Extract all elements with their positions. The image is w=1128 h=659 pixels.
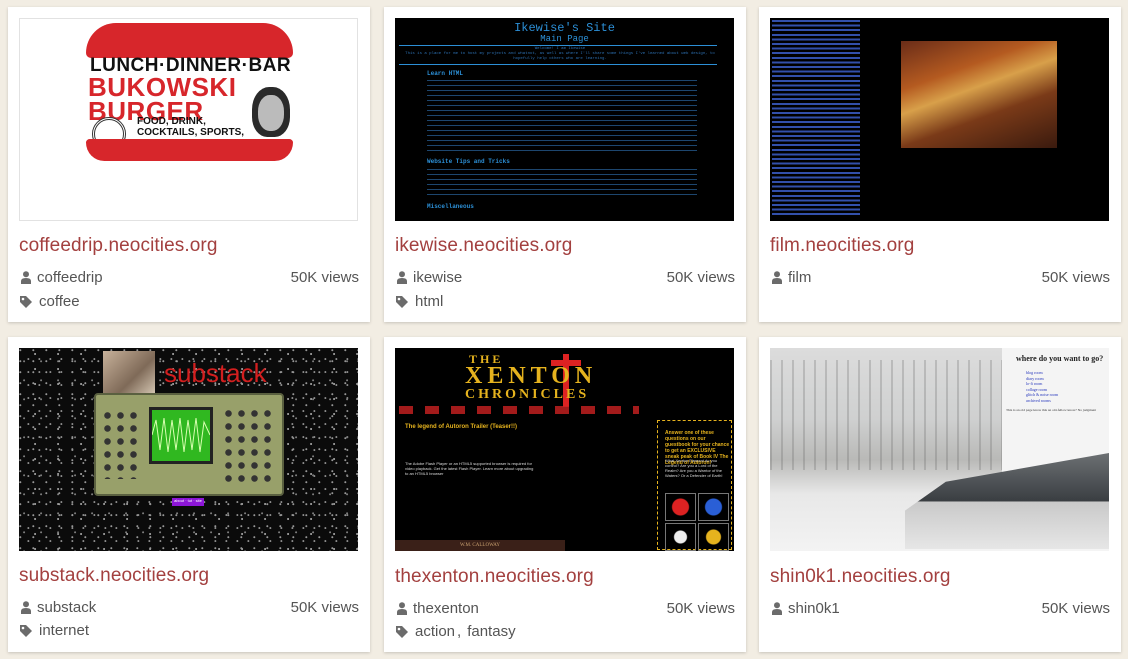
film-list [772,20,860,218]
view-count: 50K views [1041,600,1110,617]
film-still-image [901,41,1057,148]
meta-row: ikewise 50K views [397,269,735,286]
thumb-text-block [427,80,697,152]
tag-link[interactable]: html [415,293,443,310]
site-card: where do you want to go? blog room diary… [759,337,1121,652]
meta-row: shin0k1 50K views [772,600,1110,617]
user-icon [397,602,407,615]
username: shin0k1 [788,600,840,617]
user-icon [21,271,31,284]
divider [399,64,717,65]
user-icon [772,271,782,284]
thumb-heading: Website Tips and Tricks [427,158,510,165]
thumb-link-list: blog room diary room lo-fi room collage … [1026,370,1058,404]
site-link[interactable]: shin0k1.neocities.org [770,566,951,588]
trees [770,360,1002,470]
tag-icon [20,624,32,637]
thumb-intro: This is a place for me to host my projec… [405,52,715,61]
meta-row: thexenton 50K views [397,600,735,617]
thumb-flash-notice: The Adobe Flash Player or an HTML5 suppo… [405,461,534,476]
view-count: 50K views [1041,269,1110,286]
tags-row: action , fantasy [395,623,516,640]
username: coffeedrip [37,269,103,286]
thumb-subtitle: The legend of Autoron Trailer (Teaser!!) [405,424,518,430]
tags-row: internet [19,622,89,639]
username: film [788,269,812,286]
thumb-label: about · tut · site [172,498,204,506]
username-link[interactable]: coffeedrip [21,269,103,286]
thumb-title-line2: XENTON [465,363,598,389]
logo-burger-bun-top [86,23,293,58]
username-link[interactable]: thexenton [397,600,479,617]
tags-row: coffee [19,293,80,310]
tag-link[interactable]: action [415,623,455,640]
tag-icon [20,295,32,308]
thumb-title: substack [164,358,267,388]
site-link[interactable]: film.neocities.org [770,235,914,257]
site-thumbnail[interactable]: THE XENTON CHRONICLES The legend of Auto… [395,348,734,551]
knobs [101,409,143,479]
thumb-link: archived rooms [1026,397,1051,403]
divider [399,45,717,46]
thumb-heading: where do you want to go? [1016,354,1104,363]
oscilloscope-screen [149,407,213,464]
thumb-heading: Miscellaneous [427,203,474,210]
portrait-image [103,351,155,395]
username: ikewise [413,269,463,286]
thumb-box-small: What Xenton Element do you control? Are … [665,458,723,478]
site-thumbnail[interactable]: LUNCH·DINNER·BAR BUKOWSKI BURGER FOOD, D… [19,18,358,221]
site-card: film.neocities.org film 50K views [759,7,1121,322]
view-count: 50K views [666,600,735,617]
tag-icon [396,625,408,638]
site-thumbnail[interactable]: where do you want to go? blog room diary… [770,348,1109,551]
tag-link[interactable]: fantasy [467,623,515,640]
meta-row: coffeedrip 50K views [21,269,359,286]
username-link[interactable]: film [772,269,811,286]
view-count: 50K views [290,599,359,616]
meta-row: film 50K views [772,269,1110,286]
site-thumbnail[interactable]: Ikewise's Site Main Page Welcome! I am I… [395,18,734,221]
element-icon-grid [665,493,729,551]
tags-row: html [395,293,443,310]
site-link[interactable]: substack.neocities.org [19,565,209,587]
username-link[interactable]: shin0k1 [772,600,840,617]
site-thumbnail[interactable] [770,18,1109,221]
site-card: THE XENTON CHRONICLES The legend of Auto… [384,337,746,652]
user-icon [21,601,31,614]
tag-link[interactable]: coffee [39,293,80,310]
user-icon [772,602,782,615]
thumb-title: Ikewise's Site [514,21,615,35]
site-thumbnail[interactable]: substack about · tut · site [19,348,358,551]
username: substack [37,599,97,616]
site-card: Ikewise's Site Main Page Welcome! I am I… [384,7,746,322]
site-link[interactable]: thexenton.neocities.org [395,566,594,588]
username-link[interactable]: ikewise [397,269,462,286]
site-link[interactable]: ikewise.neocities.org [395,235,572,257]
view-count: 50K views [666,269,735,286]
site-card: LUNCH·DINNER·BAR BUKOWSKI BURGER FOOD, D… [8,7,370,322]
tag-icon [396,295,408,308]
site-gallery: LUNCH·DINNER·BAR BUKOWSKI BURGER FOOD, D… [0,0,1128,659]
user-icon [397,271,407,284]
thumb-heading: Learn HTML [427,70,464,77]
username-link[interactable]: substack [21,599,96,616]
knobs [222,407,277,483]
thumb-text-block [427,169,697,199]
thumb-note: This is an old page know this an old-fel… [1006,408,1097,412]
tag-separator: , [457,623,462,640]
oscilloscope-image [94,393,284,496]
thumb-subtitle: Main Page [540,34,589,44]
view-count: 50K views [290,269,359,286]
tag-link[interactable]: internet [39,622,89,639]
username: thexenton [413,600,479,617]
logo-burger-bun-bottom [86,139,293,161]
portrait-face [258,95,284,131]
site-card: substack about · tut · site substack.neo… [8,337,370,652]
thumb-title-line3: CHRONICLES [465,387,590,402]
thumb-footer: W.M. CALLOWAY [395,540,565,551]
thumb-nav [399,406,639,414]
site-link[interactable]: coffeedrip.neocities.org [19,235,218,257]
meta-row: substack 50K views [21,599,359,616]
